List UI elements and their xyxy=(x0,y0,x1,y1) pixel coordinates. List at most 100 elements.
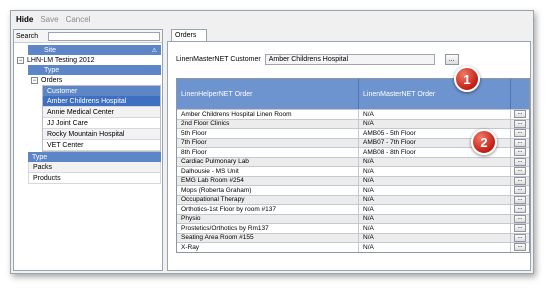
helper-order-cell: Dalhousie - MS Unit xyxy=(177,167,359,176)
helper-order-cell: Orthotics-1st Floor by room #137 xyxy=(177,205,359,214)
customer-item[interactable]: Annie Medical Center xyxy=(43,107,160,118)
column-header-helper[interactable]: LinenHelperNET Order xyxy=(177,79,359,109)
helper-order-cell: Mops (Roberta Graham) xyxy=(177,186,359,195)
row-browse-button[interactable]: ... xyxy=(514,129,526,138)
table-row[interactable]: Dalhousie - MS Unit N/A... xyxy=(177,166,529,176)
column-header-master[interactable]: LinenMasterNET Order xyxy=(359,79,511,109)
row-browse-button[interactable]: ... xyxy=(514,157,526,166)
row-action-cell: ... xyxy=(511,138,529,148)
table-row[interactable]: EMG Lab Room #254 N/A... xyxy=(177,175,529,186)
sort-icon: ⚠ xyxy=(151,47,157,54)
master-order-cell[interactable]: N/A xyxy=(359,243,511,252)
helper-order-cell: Prostetics/Orthotics by Rm137 xyxy=(177,224,359,233)
customer-item[interactable]: Rocky Mountain Hospital xyxy=(43,129,160,140)
table-row[interactable]: Amber Childrens Hospital Linen Room N/A..… xyxy=(177,109,529,119)
type-item-products[interactable]: Products xyxy=(28,173,161,184)
row-action-cell: ... xyxy=(511,205,529,214)
helper-order-cell: 8th Floor xyxy=(177,148,359,157)
table-row[interactable]: Physio N/A... xyxy=(177,213,529,224)
row-action-cell: ... xyxy=(511,148,529,157)
row-browse-button[interactable]: ... xyxy=(514,186,526,195)
row-browse-button[interactable]: ... xyxy=(514,148,526,157)
table-row[interactable]: 2nd Floor Clinics N/A... xyxy=(177,118,529,128)
master-order-cell[interactable]: N/A xyxy=(359,205,511,214)
helper-order-cell: Physio xyxy=(177,214,359,223)
type-header[interactable]: Type xyxy=(28,65,161,75)
tree-item-site[interactable]: − LHN-LM Testing 2012 xyxy=(14,55,162,65)
customer-item[interactable]: Amber Childrens Hospital xyxy=(43,96,160,107)
table-row[interactable]: Seating Area Room #155 N/A... xyxy=(177,232,529,243)
master-order-cell[interactable]: N/A xyxy=(359,167,511,176)
helper-order-cell: Occupational Therapy xyxy=(177,195,359,204)
row-browse-button[interactable]: ... xyxy=(514,224,526,233)
row-action-cell: ... xyxy=(511,129,529,138)
row-browse-button[interactable]: ... xyxy=(514,167,526,176)
row-action-cell: ... xyxy=(511,195,529,205)
collapse-icon[interactable]: − xyxy=(17,56,24,64)
master-order-cell[interactable]: N/A xyxy=(359,176,511,185)
table-row[interactable]: Mops (Roberta Graham) N/A... xyxy=(177,185,529,195)
helper-order-cell: EMG Lab Room #254 xyxy=(177,176,359,185)
helper-order-cell: 7th Floor xyxy=(177,138,359,147)
helper-order-cell: 2nd Floor Clinics xyxy=(177,119,359,128)
customer-field-label: LinenMasterNET Customer xyxy=(176,56,261,63)
customer-field-value[interactable]: Amber Childrens Hospital xyxy=(264,54,435,65)
row-action-cell: ... xyxy=(511,157,529,167)
row-action-cell: ... xyxy=(511,233,529,243)
master-order-cell[interactable]: N/A xyxy=(359,233,511,242)
row-browse-button[interactable]: ... xyxy=(514,176,526,185)
table-row[interactable]: Cardiac Pulmonary Lab N/A... xyxy=(177,156,529,167)
helper-order-cell: 5th Floor xyxy=(177,129,359,138)
callout-badge-2: 2 xyxy=(471,129,497,155)
type-item-packs[interactable]: Packs xyxy=(28,162,161,173)
row-browse-button[interactable]: ... xyxy=(514,119,526,128)
helper-order-cell: Seating Area Room #155 xyxy=(177,233,359,242)
table-row[interactable]: Prostetics/Orthotics by Rm137 N/A... xyxy=(177,223,529,233)
row-browse-button[interactable]: ... xyxy=(514,205,526,214)
customer-item[interactable]: JJ Joint Care xyxy=(43,118,160,129)
master-order-cell[interactable]: N/A xyxy=(359,214,511,223)
site-label: LHN-LM Testing 2012 xyxy=(27,56,95,64)
master-order-cell[interactable]: N/A xyxy=(359,195,511,204)
customer-header[interactable]: Customer xyxy=(43,86,160,96)
collapse-icon[interactable]: − xyxy=(31,76,38,84)
customer-item[interactable]: VET Center xyxy=(43,140,160,151)
search-input[interactable] xyxy=(48,31,160,41)
table-row[interactable]: X-Ray N/A... xyxy=(177,242,529,252)
row-browse-button[interactable]: ... xyxy=(514,214,526,223)
save-button[interactable]: Save xyxy=(40,15,58,24)
cancel-button[interactable]: Cancel xyxy=(66,15,91,24)
row-action-cell: ... xyxy=(511,167,529,176)
search-row: Search xyxy=(14,30,162,43)
row-action-cell: ... xyxy=(511,224,529,233)
table-row[interactable]: Orthotics-1st Floor by room #137 N/A... xyxy=(177,204,529,214)
type-level: Type − Orders Customer Amber Childrens H… xyxy=(28,65,161,184)
master-order-cell[interactable]: N/A xyxy=(359,157,511,166)
hide-button[interactable]: Hide xyxy=(16,15,33,24)
site-header-label: Site xyxy=(44,46,57,54)
orders-grid: LinenHelperNET Order LinenMasterNET Orde… xyxy=(176,78,530,253)
helper-order-cell: X-Ray xyxy=(177,243,359,252)
customer-browse-button[interactable]: ... xyxy=(444,54,459,65)
row-action-cell: ... xyxy=(511,176,529,186)
row-action-cell: ... xyxy=(511,214,529,224)
master-order-cell[interactable]: N/A xyxy=(359,224,511,233)
toolbar: Hide Save Cancel xyxy=(11,11,533,27)
tab-orders[interactable]: Orders xyxy=(171,29,207,41)
row-browse-button[interactable]: ... xyxy=(514,195,526,204)
app-window: Hide Save Cancel Search Site ⚠ − LHN-LM … xyxy=(10,10,534,274)
type-header-2[interactable]: Type xyxy=(28,152,161,162)
row-browse-button[interactable]: ... xyxy=(514,138,526,147)
row-browse-button[interactable]: ... xyxy=(514,243,526,252)
row-browse-button[interactable]: ... xyxy=(514,233,526,242)
row-action-cell: ... xyxy=(511,110,529,119)
row-browse-button[interactable]: ... xyxy=(514,110,526,119)
master-order-cell[interactable]: N/A xyxy=(359,119,511,128)
tree-item-orders[interactable]: − Orders xyxy=(28,75,161,85)
customer-field-row: LinenMasterNET Customer Amber Childrens … xyxy=(176,54,459,65)
master-order-cell[interactable]: N/A xyxy=(359,110,511,119)
helper-order-cell: Amber Childrens Hospital Linen Room xyxy=(177,110,359,119)
site-header[interactable]: Site ⚠ xyxy=(28,45,161,55)
table-row[interactable]: Occupational Therapy N/A... xyxy=(177,194,529,205)
master-order-cell[interactable]: N/A xyxy=(359,186,511,195)
